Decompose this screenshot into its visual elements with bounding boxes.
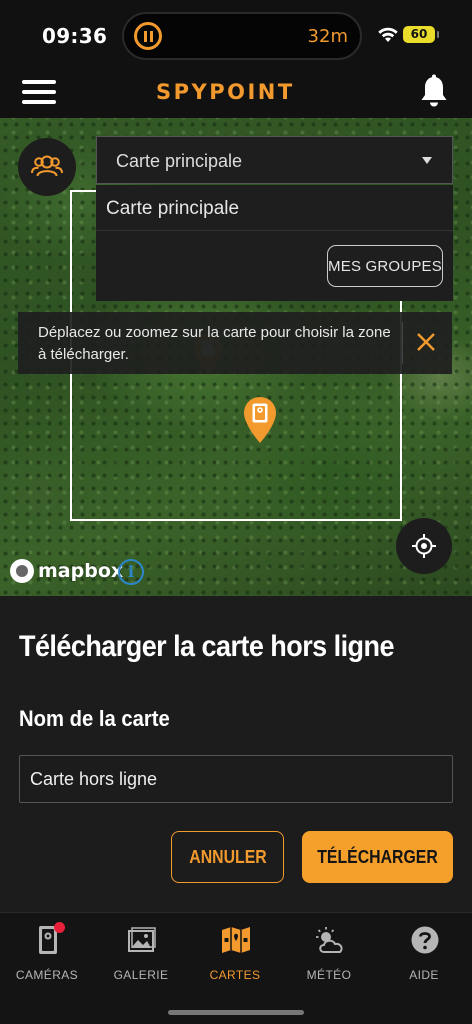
timer-text: 32m — [307, 26, 348, 47]
sheet-title: Télécharger la carte hors ligne — [19, 630, 394, 663]
dynamic-island[interactable]: 32m — [122, 12, 362, 60]
brand-logo: SPYPOINT — [156, 80, 295, 104]
bell-icon[interactable] — [418, 74, 450, 110]
locate-icon — [412, 534, 436, 558]
tab-maps[interactable]: CARTES — [188, 913, 282, 993]
groups-button[interactable] — [18, 138, 76, 196]
info-icon[interactable]: i — [118, 559, 144, 585]
tab-bar: CAMÉRAS GALERIE CARTES MÉTÉO AIDE — [0, 912, 472, 1024]
wifi-icon — [378, 27, 398, 42]
tab-weather[interactable]: MÉTÉO — [282, 913, 376, 993]
menu-icon[interactable] — [22, 78, 56, 106]
close-icon — [417, 333, 435, 351]
camera-pin-icon[interactable] — [242, 395, 278, 445]
download-button-label: TÉLÉCHARGER — [317, 846, 438, 867]
tab-help[interactable]: AIDE — [377, 913, 471, 993]
battery-icon: 60 — [403, 26, 439, 43]
tab-label: CARTES — [209, 968, 261, 982]
tab-label: CAMÉRAS — [15, 968, 79, 982]
map-name-input[interactable] — [19, 755, 453, 803]
menu-item-main-map[interactable]: Carte principale — [96, 185, 453, 231]
mapbox-attribution[interactable]: mapbox — [10, 558, 123, 584]
my-groups-button[interactable]: MES GROUPES — [327, 245, 443, 287]
status-time: 09:36 — [42, 24, 108, 48]
weather-icon — [316, 927, 343, 953]
hint-banner: Déplacez ou zoomez sur la carte pour cho… — [18, 312, 452, 374]
cancel-button[interactable]: ANNULER — [171, 831, 284, 883]
mapbox-text: mapbox — [38, 560, 124, 582]
help-icon — [411, 926, 439, 954]
tab-label: GALERIE — [113, 968, 169, 982]
home-indicator — [168, 1010, 304, 1015]
gallery-icon — [128, 927, 156, 952]
chevron-down-icon — [422, 157, 432, 164]
tab-label: AIDE — [409, 968, 439, 982]
offline-map-sheet: Télécharger la carte hors ligne Nom de l… — [0, 596, 472, 912]
tab-gallery[interactable]: GALERIE — [94, 913, 188, 993]
tab-cameras[interactable]: CAMÉRAS — [0, 913, 94, 993]
pause-icon[interactable] — [134, 22, 162, 50]
close-button[interactable] — [402, 322, 448, 364]
mapbox-logo-icon — [10, 559, 34, 583]
locate-button[interactable] — [396, 518, 452, 574]
status-bar: 09:36 32m 60 — [0, 0, 472, 70]
app-header: SPYPOINT — [0, 70, 472, 118]
map-name-label: Nom de la carte — [19, 706, 170, 731]
menu-item-label: Carte principale — [106, 198, 240, 219]
notification-badge — [54, 922, 65, 933]
tab-label: MÉTÉO — [306, 968, 352, 982]
map-icon — [222, 927, 250, 953]
map-select-menu: Carte principale MES GROUPES — [96, 185, 453, 301]
groups-icon — [31, 155, 63, 177]
map-select-value: Carte principale — [116, 151, 243, 171]
cancel-button-label: ANNULER — [188, 846, 267, 867]
download-button[interactable]: TÉLÉCHARGER — [302, 831, 453, 883]
hint-text: Déplacez ou zoomez sur la carte pour cho… — [38, 324, 391, 363]
map-select[interactable]: Carte principale — [96, 136, 453, 184]
